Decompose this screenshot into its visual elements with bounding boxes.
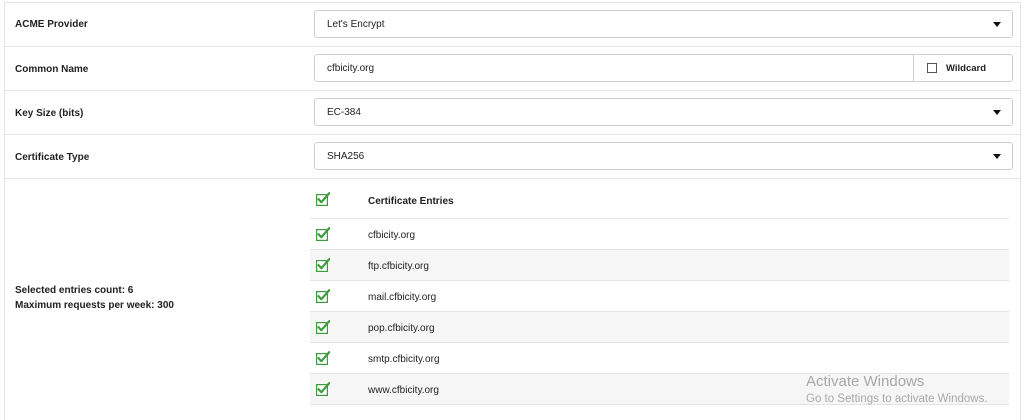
chevron-down-icon	[993, 110, 1001, 115]
key-size-select[interactable]: EC-384	[314, 98, 1013, 126]
wildcard-label: Wildcard	[946, 63, 987, 74]
watermark-title: Activate Windows	[806, 373, 925, 390]
acme-provider-select[interactable]: Let's Encrypt	[314, 10, 1013, 38]
table-row[interactable]: mail.cfbicity.org	[310, 281, 1009, 312]
common-name-row: Common Name Wildcard	[4, 47, 1021, 91]
common-name-input[interactable]	[315, 55, 913, 81]
key-size-value: EC-384	[327, 107, 361, 118]
entries-header-row: Certificate Entries	[310, 184, 1009, 219]
certificate-type-label: Certificate Type	[15, 152, 90, 163]
check-all-checkbox[interactable]	[316, 192, 330, 206]
key-size-label: Key Size (bits)	[15, 108, 84, 119]
entry-domain: pop.cfbicity.org	[368, 323, 435, 334]
entries-summary: Selected entries count: 6 Maximum reques…	[15, 283, 174, 313]
max-requests-per-week: Maximum requests per week: 300	[15, 300, 174, 311]
chevron-down-icon	[993, 22, 1001, 27]
entry-domain: www.cfbicity.org	[368, 385, 439, 396]
table-row[interactable]: smtp.cfbicity.org	[310, 343, 1009, 374]
certificate-type-value: SHA256	[327, 151, 365, 162]
table-row[interactable]: pop.cfbicity.org	[310, 312, 1009, 343]
entry-checkbox[interactable]	[316, 289, 330, 303]
common-name-label: Common Name	[15, 64, 89, 75]
entry-domain: mail.cfbicity.org	[368, 292, 437, 303]
certificate-type-row: Certificate Type SHA256	[4, 135, 1021, 179]
certificate-entries-table: Certificate Entries cfbicity.org ftp.cfbi…	[310, 184, 1009, 405]
entries-header-label: Certificate Entries	[368, 196, 454, 207]
entry-checkbox[interactable]	[316, 351, 330, 365]
entry-checkbox[interactable]	[316, 320, 330, 334]
table-row[interactable]: ftp.cfbicity.org	[310, 250, 1009, 281]
activate-windows-watermark: Activate Windows Go to Settings to activ…	[806, 373, 988, 405]
chevron-down-icon	[993, 154, 1001, 159]
entry-checkbox[interactable]	[316, 227, 330, 241]
acme-provider-value: Let's Encrypt	[327, 19, 385, 30]
selected-entries-count: Selected entries count: 6	[15, 285, 134, 296]
entry-checkbox[interactable]	[316, 258, 330, 272]
acme-provider-label: ACME Provider	[15, 19, 88, 30]
entry-domain: smtp.cfbicity.org	[368, 354, 440, 365]
entry-checkbox[interactable]	[316, 382, 330, 396]
entry-domain: cfbicity.org	[368, 230, 416, 241]
common-name-group: Wildcard	[314, 54, 1013, 82]
wildcard-addon[interactable]: Wildcard	[913, 55, 1012, 81]
watermark-subtitle: Go to Settings to activate Windows.	[806, 393, 988, 405]
table-row[interactable]: cfbicity.org	[310, 219, 1009, 250]
acme-provider-row: ACME Provider Let's Encrypt	[4, 2, 1021, 47]
key-size-row: Key Size (bits) EC-384	[4, 91, 1021, 135]
entry-domain: ftp.cfbicity.org	[368, 261, 429, 272]
certificate-type-select[interactable]: SHA256	[314, 142, 1013, 170]
wildcard-checkbox[interactable]	[927, 63, 937, 73]
